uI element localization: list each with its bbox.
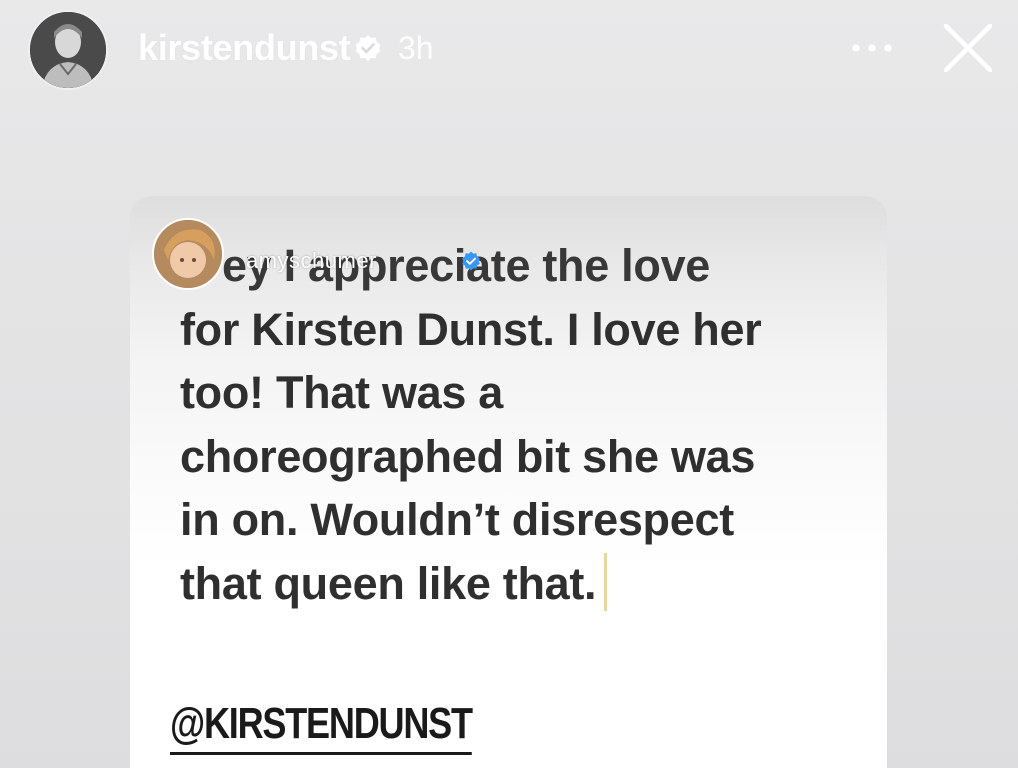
verified-badge-icon [462,251,480,271]
reply-username[interactable]: amyschumer [246,248,377,274]
message-line: too! That was a [180,367,504,418]
verified-badge-icon [355,35,381,61]
message-line-text: that queen like that. [180,557,597,609]
close-icon[interactable] [940,20,996,76]
mention-tag[interactable]: @KIRSTENDUNST [170,696,473,755]
profile-avatar[interactable] [28,10,108,90]
avatar-photo-icon [30,12,106,88]
message-line: in on. Wouldn’t disrespect [180,494,734,545]
shared-reply-card: amyschumer ey I appreciate the love for … [130,196,887,768]
story-username[interactable]: kirstendunst [138,26,351,70]
more-options-icon[interactable] [848,34,896,62]
reply-message: ey I appreciate the love for Kirsten Dun… [180,234,860,615]
story-timestamp: 3h [398,30,434,66]
message-line: for Kirsten Dunst. I love her [180,303,762,355]
story-header: kirstendunst 3h [0,0,1018,110]
message-line-last: that queen like that. [180,552,860,616]
text-caret [604,552,608,611]
message-line: choreographed bit she was [180,430,756,482]
